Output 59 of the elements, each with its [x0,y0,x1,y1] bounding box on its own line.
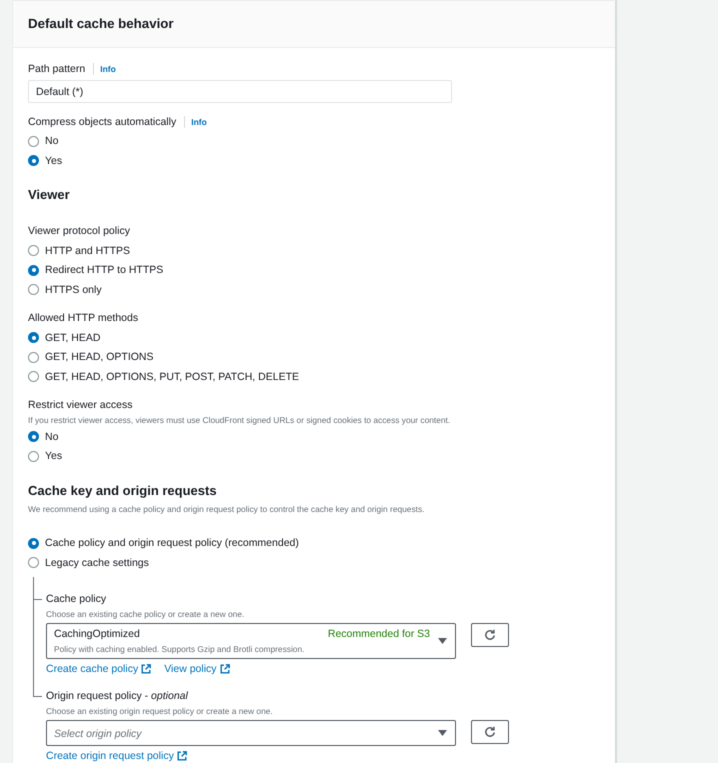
section-description: We recommend using a cache policy and origin request policy to control the cache key and origin requests. [28,502,426,514]
refresh-icon [484,628,496,640]
radio-button[interactable] [28,352,39,363]
radio-label[interactable]: HTTP and HTTPS [45,244,130,258]
radio-button[interactable] [28,136,39,147]
radio-button[interactable] [28,245,39,256]
field-label: Cache policy [46,592,106,606]
radio-button[interactable] [28,538,39,549]
section-heading: Viewer [28,186,71,204]
refresh-icon [484,726,496,738]
external-link-icon [176,750,187,760]
field-label: Allowed HTTP methods [28,311,138,326]
info-link[interactable]: Info [100,63,116,75]
radio-button[interactable] [28,155,39,166]
field-description: Choose an existing origin request policy or create a new one. [46,704,274,716]
option-description: Policy with caching enabled. Supports Gzip and Brotli compression. [54,642,306,654]
refresh-button[interactable] [471,622,509,646]
panel-title: Default cache behavior [28,15,174,33]
select-placeholder: Select origin policy [54,726,142,740]
radio-label[interactable]: GET, HEAD [45,330,100,345]
radio-button[interactable] [28,284,39,296]
radio-label[interactable]: No [45,430,58,444]
field-description: Choose an existing cache policy or create a new one. [46,608,246,620]
field-description: If you restrict viewer access, viewers must use CloudFront signed URLs or signed cookies to access your content. [28,414,452,426]
radio-button[interactable] [28,371,39,382]
radio-label[interactable]: Legacy cache settings [45,556,149,570]
field-label: Viewer protocol policy [28,224,130,239]
radio-label[interactable]: GET, HEAD, OPTIONS, PUT, POST, PATCH, DELETE [45,370,299,384]
radio-label[interactable]: GET, HEAD, OPTIONS [45,350,154,364]
radio-label[interactable]: Redirect HTTP to HTTPS [45,263,164,278]
external-link-icon [141,664,152,674]
caret-icon [438,730,447,736]
external-link[interactable]: View policy [164,662,230,676]
radio-button[interactable] [28,264,39,276]
section-heading: Cache key and origin requests [28,482,218,500]
external-link[interactable]: Create origin request policy [46,748,187,762]
radio-button[interactable] [28,557,39,568]
field-label: Path pattern [28,62,86,77]
radio-label[interactable]: Yes [45,154,62,168]
refresh-button[interactable] [471,720,509,744]
select-value: CachingOptimized [54,626,140,640]
field-label: Origin request policy - optional [46,688,188,704]
radio-label[interactable]: No [45,134,58,148]
text-input[interactable]: Default (*) [28,80,452,103]
radio-button[interactable] [28,431,39,442]
radio-button[interactable] [28,450,39,462]
radio-label[interactable]: Yes [45,449,62,464]
external-link[interactable]: Create cache policy [46,662,152,676]
field-label: Restrict viewer access [28,398,132,413]
field-label: Compress objects automatically [28,114,176,130]
radio-label[interactable]: HTTPS only [45,282,102,297]
caret-icon [438,638,447,644]
recommended-label: Recommended for S3 [328,626,430,640]
radio-button[interactable] [28,332,39,344]
radio-label[interactable]: Cache policy and origin request policy (recommended) [45,536,299,550]
info-link[interactable]: Info [191,116,207,128]
external-link-icon [220,664,230,674]
select-dropdown[interactable]: CachingOptimized Recommended for S3 Policy with caching enabled. Supports Gzip and Brotli compression. [46,622,456,658]
select-dropdown[interactable]: Select origin policy [46,720,456,746]
